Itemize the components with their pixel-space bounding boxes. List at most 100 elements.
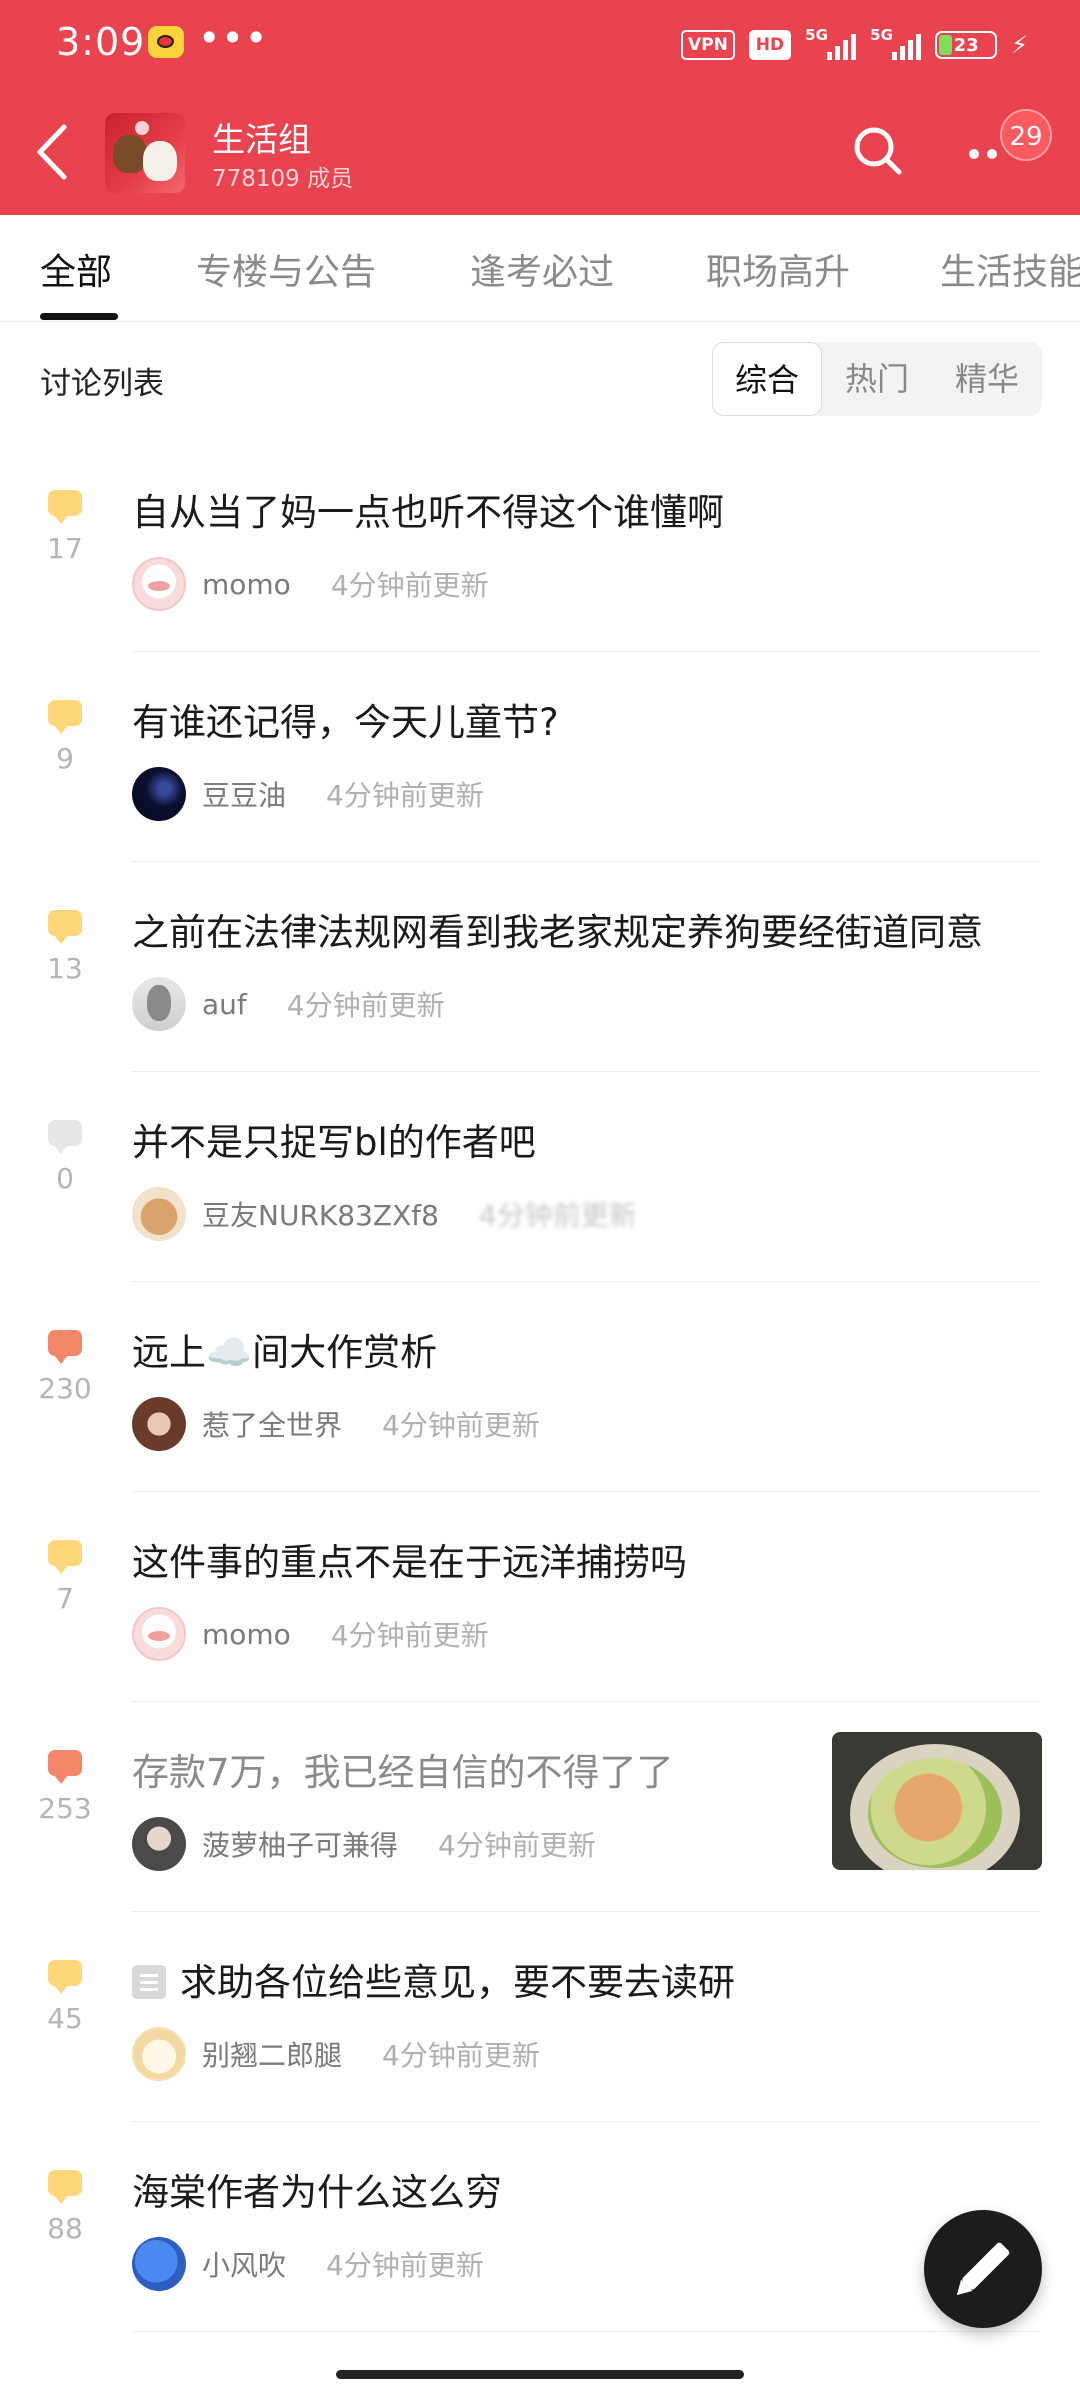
list-item[interactable]: 253 存款7万，我已经自信的不得了了 菠萝柚子可兼得 4分钟前更新 — [0, 1702, 1080, 1912]
document-icon — [132, 1965, 166, 1999]
reply-count: 17 — [47, 532, 83, 565]
battery-icon: 23 — [935, 31, 998, 59]
post-meta: auf 4分钟前更新 — [132, 976, 445, 1032]
comment-bubble-icon — [48, 2170, 82, 2204]
author-name[interactable]: 菠萝柚子可兼得 — [202, 1824, 398, 1864]
vpn-icon: VPN — [680, 30, 735, 60]
author-name[interactable]: 豆豆油 — [202, 774, 286, 814]
avatar[interactable] — [132, 2237, 186, 2291]
reply-count: 230 — [38, 1372, 92, 1405]
post-title[interactable]: 这件事的重点不是在于远洋捕捞吗 — [132, 1532, 687, 1586]
post-meta: 菠萝柚子可兼得 4分钟前更新 — [132, 1816, 596, 1872]
avatar[interactable] — [132, 1397, 186, 1451]
author-name[interactable]: 别翘二郎腿 — [202, 2034, 342, 2074]
post-title[interactable]: 之前在法律法规网看到我老家规定养狗要经街道同意 — [132, 902, 983, 956]
search-icon[interactable] — [848, 121, 908, 181]
avatar[interactable] — [132, 767, 186, 821]
avatar[interactable] — [132, 1607, 186, 1661]
tab-announcements[interactable]: 专楼与公告 — [196, 243, 376, 295]
reply-count: 9 — [56, 742, 74, 775]
post-meta: 豆豆油 4分钟前更新 — [132, 766, 484, 822]
update-time: 4分钟前更新 — [438, 1829, 596, 1862]
charging-icon: ⚡ — [1011, 31, 1028, 59]
post-title[interactable]: 并不是只捉写bl的作者吧 — [132, 1112, 536, 1166]
update-time: 4分钟前更新 — [382, 1409, 540, 1442]
tab-life-skills[interactable]: 生活技能 — [940, 243, 1080, 295]
author-name[interactable]: 惹了全世界 — [202, 1404, 342, 1444]
list-item[interactable]: 230 远上☁️间大作赏析 惹了全世界 4分钟前更新 — [0, 1282, 1080, 1492]
post-thumbnail[interactable] — [832, 1732, 1042, 1870]
update-time: 4分钟前更新 — [326, 779, 484, 812]
reply-count: 0 — [56, 1162, 74, 1195]
compose-button[interactable] — [924, 2210, 1042, 2328]
app-header: 3:09 ••• VPN HD 5G 5G 23 ⚡ 生活组 778109 成员… — [0, 0, 1080, 215]
reply-count: 253 — [38, 1792, 92, 1825]
filter-comprehensive[interactable]: 综合 — [712, 342, 822, 416]
post-title[interactable]: 自从当了妈一点也听不得这个谁懂啊 — [132, 482, 724, 536]
avatar[interactable] — [132, 1187, 186, 1241]
comment-bubble-icon — [48, 1120, 82, 1154]
comment-bubble-icon — [48, 1750, 82, 1784]
list-item[interactable]: 7 这件事的重点不是在于远洋捕捞吗 momo 4分钟前更新 — [0, 1492, 1080, 1702]
group-avatar[interactable] — [105, 113, 185, 193]
reply-count: 13 — [47, 952, 83, 985]
home-indicator[interactable] — [336, 2370, 744, 2379]
author-name[interactable]: momo — [202, 568, 291, 601]
update-time: 4分钟前更新 — [382, 2039, 540, 2072]
pen-icon — [956, 2242, 1010, 2296]
post-meta: 豆友NURK83ZXf8 4分钟前更新 — [132, 1186, 637, 1242]
sort-filter: 综合 热门 精华 — [712, 342, 1042, 416]
reply-count: 88 — [47, 2212, 83, 2245]
tab-all[interactable]: 全部 — [40, 243, 112, 295]
update-time: 4分钟前更新 — [478, 1199, 637, 1232]
filter-hot[interactable]: 热门 — [822, 342, 932, 416]
back-arrow-icon[interactable] — [28, 117, 88, 187]
group-name[interactable]: 生活组 — [212, 113, 311, 161]
list-item[interactable]: 88 海棠作者为什么这么穷 小风吹 4分钟前更新 — [0, 2122, 1080, 2332]
post-meta: 惹了全世界 4分钟前更新 — [132, 1396, 540, 1452]
reply-count: 7 — [56, 1582, 74, 1615]
category-tabs: 全部 专楼与公告 逢考必过 职场高升 生活技能 — [0, 215, 1080, 322]
network-label-2: 5G — [870, 26, 893, 44]
status-indicators: VPN HD 5G 5G 23 ⚡ — [680, 26, 1028, 62]
author-name[interactable]: auf — [202, 988, 247, 1021]
notification-badge: 29 — [1000, 109, 1052, 161]
active-tab-indicator — [40, 313, 118, 320]
comment-bubble-icon — [48, 910, 82, 944]
post-meta: momo 4分钟前更新 — [132, 1606, 489, 1662]
nav-bar: 生活组 778109 成员 29 — [0, 95, 1080, 215]
list-item[interactable]: 9 有谁还记得，今天儿童节? 豆豆油 4分钟前更新 — [0, 652, 1080, 862]
avatar[interactable] — [132, 977, 186, 1031]
author-name[interactable]: momo — [202, 1618, 291, 1651]
post-title[interactable]: 存款7万，我已经自信的不得了了 — [132, 1742, 674, 1796]
avatar[interactable] — [132, 557, 186, 611]
post-meta: 别翘二郎腿 4分钟前更新 — [132, 2026, 540, 2082]
comment-bubble-icon — [48, 1960, 82, 1994]
post-title[interactable]: 求助各位给些意见，要不要去读研 — [180, 1961, 735, 2004]
filter-featured[interactable]: 精华 — [932, 342, 1042, 416]
post-title[interactable]: 海棠作者为什么这么穷 — [132, 2162, 502, 2216]
author-name[interactable]: 小风吹 — [202, 2244, 286, 2284]
status-bar: 3:09 ••• VPN HD 5G 5G 23 ⚡ — [0, 0, 1080, 90]
list-item[interactable]: 13 之前在法律法规网看到我老家规定养狗要经街道同意 auf 4分钟前更新 — [0, 862, 1080, 1072]
comment-bubble-icon — [48, 700, 82, 734]
post-title-wrapper[interactable]: 求助各位给些意见，要不要去读研 — [132, 1952, 735, 2006]
update-time: 4分钟前更新 — [286, 989, 445, 1022]
list-item[interactable]: 0 并不是只捉写bl的作者吧 豆友NURK83ZXf8 4分钟前更新 — [0, 1072, 1080, 1282]
avatar[interactable] — [132, 2027, 186, 2081]
avatar[interactable] — [132, 1817, 186, 1871]
author-name[interactable]: 豆友NURK83ZXf8 — [202, 1194, 439, 1234]
section-title: 讨论列表 — [40, 366, 164, 402]
notification-dots: ••• — [198, 16, 269, 60]
comment-bubble-icon — [48, 1330, 82, 1364]
post-title[interactable]: 有谁还记得，今天儿童节? — [132, 692, 559, 746]
tab-career[interactable]: 职场高升 — [706, 243, 850, 295]
battery-level: 23 — [953, 34, 979, 56]
update-time: 4分钟前更新 — [326, 2249, 484, 2282]
post-meta: momo 4分钟前更新 — [132, 556, 489, 612]
tab-exams[interactable]: 逢考必过 — [470, 243, 614, 295]
post-title[interactable]: 远上☁️间大作赏析 — [132, 1322, 437, 1376]
list-item[interactable]: 17 自从当了妈一点也听不得这个谁懂啊 momo 4分钟前更新 — [0, 442, 1080, 652]
status-time: 3:09 — [56, 20, 146, 64]
list-item[interactable]: 45 求助各位给些意见，要不要去读研 别翘二郎腿 4分钟前更新 — [0, 1912, 1080, 2122]
